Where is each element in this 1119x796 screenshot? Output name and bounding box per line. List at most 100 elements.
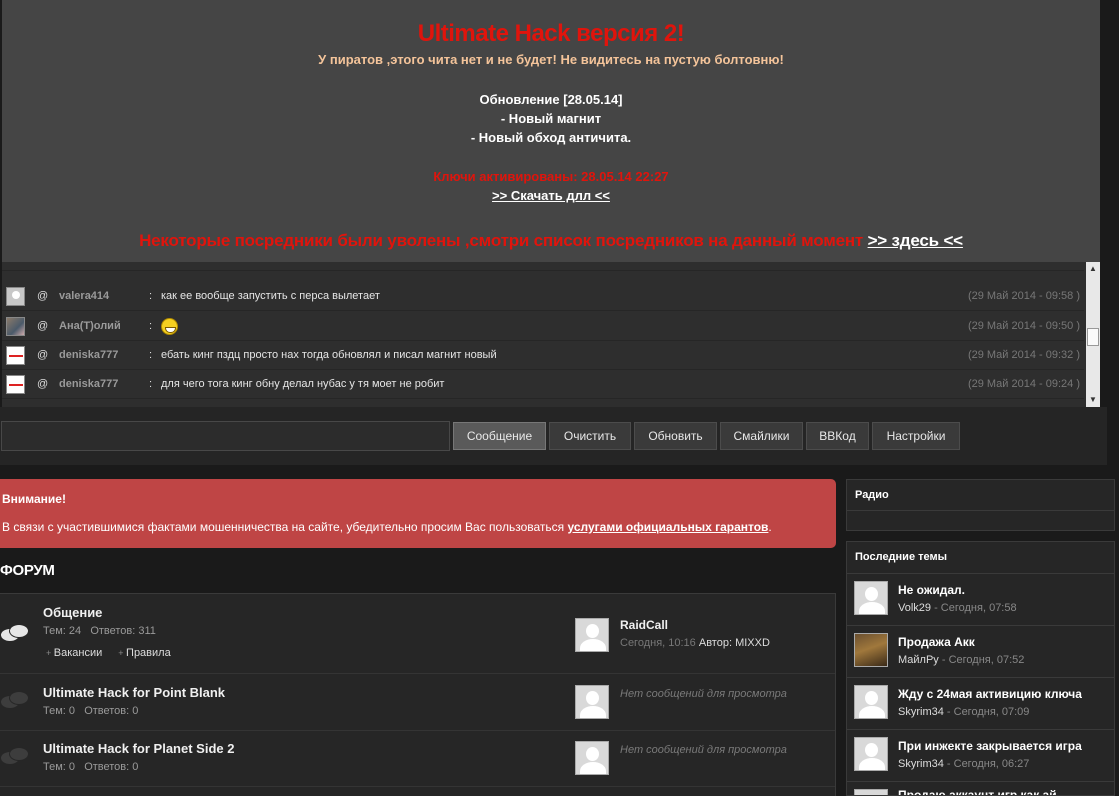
topics-count: 24 [68, 625, 82, 637]
avatar[interactable] [854, 581, 888, 615]
avatar[interactable] [6, 374, 25, 394]
topic-time: - Сегодня, 07:09 [943, 706, 1030, 718]
topic-time: - Сегодня, 06:27 [943, 758, 1030, 770]
chat-nick[interactable]: deniska777 [59, 349, 149, 361]
chat-text [161, 317, 968, 335]
mention-button[interactable]: @ [37, 349, 51, 361]
replies-count: 0 [132, 705, 139, 717]
avatar[interactable] [6, 345, 25, 365]
update-title: Обновление [28.05.14] [479, 92, 623, 107]
topic-title[interactable]: При инжекте закрывается игра [898, 739, 1082, 753]
recent-topics-panel: Последние темы Не ожидал. Volk29 - Сегод… [846, 541, 1115, 796]
mention-button[interactable]: @ [37, 378, 51, 390]
chat-message: @ Ана(Т)олий : (29 Май 2014 - 09:50 ) [2, 312, 1084, 341]
last-post-time: Сегодня, 10:16 [620, 637, 696, 649]
avatar[interactable] [6, 316, 25, 336]
recent-topic[interactable]: Продажа Акк МайлРу - Сегодня, 07:52 [847, 625, 1114, 677]
last-post-author-label: Автор: [698, 637, 733, 649]
topic-user[interactable]: Volk29 [898, 602, 931, 614]
forum-chat-icon [0, 747, 30, 769]
chat-time: (29 Май 2014 - 09:24 ) [967, 378, 1080, 390]
update-item: - Новый обход античита. [470, 130, 632, 145]
topic-meta: Skyrim34 - Сегодня, 07:09 [898, 706, 1029, 718]
forum-chat-icon [0, 624, 30, 646]
smilies-button[interactable]: Смайлики [720, 422, 803, 450]
recent-topic[interactable]: Жду с 24мая активицию ключа Skyrim34 - С… [847, 677, 1114, 729]
banner-warning: У пиратов ,этого чита нет и не будет! Не… [318, 52, 784, 67]
last-post-avatar [575, 741, 609, 775]
topic-title[interactable]: Не ожидал. [898, 583, 965, 597]
topic-title[interactable]: Продаю аккаунт игр как ай [898, 788, 1057, 795]
announcement-banner: Ultimate Hack версия 2! У пиратов ,этого… [2, 0, 1100, 262]
topic-user[interactable]: Skyrim34 [898, 706, 944, 718]
send-message-button[interactable]: Сообщение [453, 422, 546, 450]
alert-text: В связи с участившимися фактами мошеннич… [2, 520, 772, 534]
topics-label: Тем: [43, 625, 66, 637]
recent-topic[interactable]: Не ожидал. Volk29 - Сегодня, 07:58 [847, 573, 1114, 625]
recent-topic[interactable]: Продаю аккаунт игр как ай [847, 781, 1114, 795]
replies-label: Ответов: [90, 625, 136, 637]
separator: : [149, 349, 153, 361]
radio-panel: Радио [846, 479, 1115, 531]
mention-button[interactable]: @ [37, 290, 51, 302]
chat-text: ебать кинг пздц просто нах тогда обновля… [161, 349, 497, 361]
forum-row: Ultimate Hack for Planet Side 2 Тем: 0 О… [0, 731, 835, 787]
forum-title[interactable]: Ultimate Hack for Planet Side 2 [43, 741, 234, 756]
middlemen-text: Некоторые посредники были уволены ,смотр… [139, 231, 864, 250]
forum-heading: ФОРУМ [0, 562, 55, 579]
scroll-up-icon[interactable]: ▲ [1086, 262, 1100, 276]
subforum-link[interactable]: Правила [118, 647, 170, 659]
topic-meta: Volk29 - Сегодня, 07:58 [898, 602, 1017, 614]
chat-nick[interactable]: deniska777 [59, 378, 149, 390]
scroll-thumb[interactable] [1087, 328, 1099, 346]
forum-stats: Тем: 0 Ответов: 0 [43, 761, 138, 773]
topic-user[interactable]: Skyrim34 [898, 758, 944, 770]
separator: : [149, 378, 153, 390]
chat-text: как ее вообще запустить с перса вылетает [161, 290, 380, 302]
avatar[interactable] [6, 286, 25, 306]
no-posts-text: Нет сообщений для просмотра [620, 744, 787, 756]
subforum-link[interactable]: Вакансии [46, 647, 102, 659]
avatar[interactable] [854, 737, 888, 771]
avatar[interactable] [854, 789, 888, 795]
avatar[interactable] [854, 633, 888, 667]
replies-count: 311 [138, 625, 156, 637]
recent-topic[interactable]: При инжекте закрывается игра Skyrim34 - … [847, 729, 1114, 781]
refresh-button[interactable]: Обновить [634, 422, 717, 450]
chat-nick[interactable]: valera414 [59, 290, 149, 302]
avatar[interactable] [854, 685, 888, 719]
settings-button[interactable]: Настройки [872, 422, 960, 450]
guarantors-link[interactable]: услугами официальных гарантов [567, 520, 768, 534]
topic-title[interactable]: Жду с 24мая активицию ключа [898, 687, 1082, 701]
last-post-avatar[interactable] [575, 618, 609, 652]
last-post-author[interactable]: MIXXD [735, 637, 770, 649]
middlemen-link[interactable]: >> здесь << [868, 231, 964, 250]
bbcode-button[interactable]: BBКод [806, 422, 869, 450]
subforums: Вакансии Правила [46, 647, 187, 659]
topics-label: Тем: [43, 705, 66, 717]
recent-topics-title: Последние темы [855, 551, 948, 563]
last-post-avatar [575, 685, 609, 719]
chat-time: (29 Май 2014 - 09:50 ) [967, 320, 1080, 332]
alert-text-after: . [768, 520, 772, 534]
keys-activated: Ключи активированы: 28.05.14 22:27 [433, 169, 669, 184]
chat-nick[interactable]: Ана(Т)олий [59, 320, 149, 332]
clear-button[interactable]: Очистить [549, 422, 631, 450]
forum-title[interactable]: Общение [43, 605, 102, 620]
last-post-meta: Сегодня, 10:16 Автор: MIXXD [620, 637, 770, 649]
last-post-title[interactable]: RaidCall [620, 618, 668, 632]
forum-row: Общение Тем: 24 Ответов: 311 Вакансии Пра… [0, 594, 835, 674]
forum-stats: Тем: 0 Ответов: 0 [43, 705, 138, 717]
chat-input[interactable] [1, 421, 450, 451]
separator: : [149, 320, 153, 332]
topic-user[interactable]: МайлРу [898, 654, 939, 666]
mention-button[interactable]: @ [37, 320, 51, 332]
forum-stats: Тем: 24 Ответов: 311 [43, 625, 156, 637]
forum-title[interactable]: Ultimate Hack for Point Blank [43, 685, 225, 700]
chat-scrollbar[interactable]: ▲ ▼ [1086, 262, 1100, 407]
scroll-down-icon[interactable]: ▼ [1086, 393, 1100, 407]
alert-heading: Внимание! [2, 492, 66, 506]
download-link[interactable]: >> Скачать длл << [2, 186, 1100, 205]
topic-title[interactable]: Продажа Акк [898, 635, 975, 649]
chat-time: (29 Май 2014 - 09:32 ) [967, 349, 1080, 361]
